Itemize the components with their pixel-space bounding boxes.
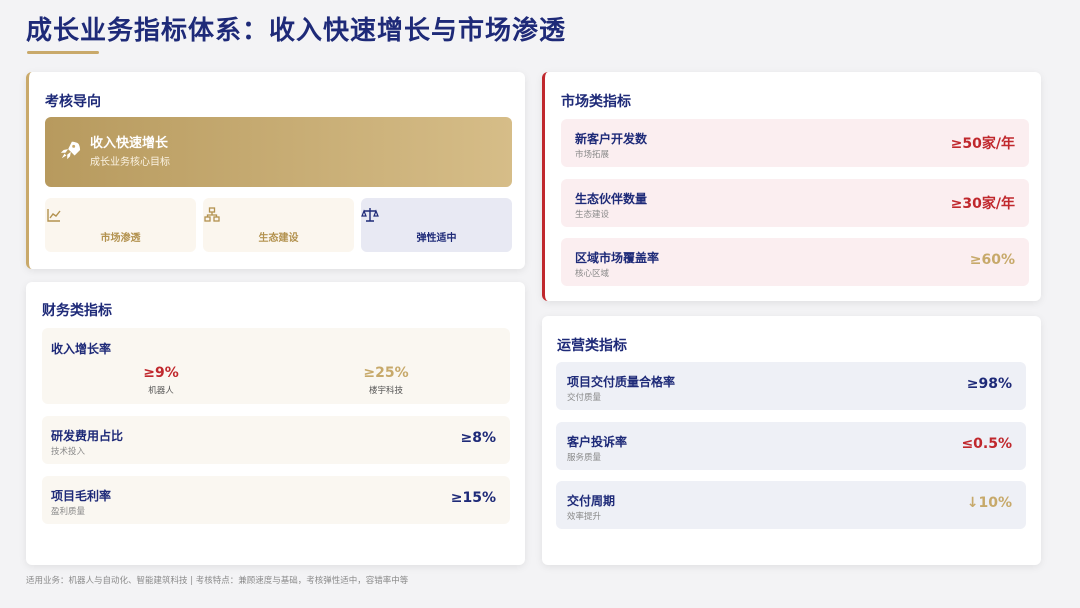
network-icon <box>204 207 220 222</box>
operations-row: 项目交付质量合格率 交付质量 ≥98% <box>556 362 1026 410</box>
finance-row-value: ≥15% <box>450 490 496 506</box>
line-chart-icon <box>47 209 61 222</box>
orientation-card: 考核导向 收入快速增长 成长业务核心目标 市场渗透 生态建设 弹性适中 <box>26 72 525 269</box>
operations-row-name: 交付周期 <box>567 494 616 508</box>
market-row: 新客户开发数 市场拓展 ≥50家/年 <box>561 119 1029 167</box>
market-row: 生态伙伴数量 生态建设 ≥30家/年 <box>561 179 1029 227</box>
footer-note: 适用业务：机器人与自动化、智能建筑科技 | 考核特点：兼顾速度与基础，考核弹性适… <box>26 576 409 586</box>
finance-row-value: ≥8% <box>460 430 497 446</box>
tile-label: 市场渗透 <box>100 233 141 244</box>
title-underline <box>27 51 99 54</box>
tile-flexibility: 弹性适中 <box>361 198 512 252</box>
finance-row-name: 研发费用占比 <box>51 429 124 443</box>
operations-row: 交付周期 效率提升 ↓10% <box>556 481 1026 529</box>
revenue-growth-box: 收入增长率 ≥9% 机器人 ≥25% 楼宇科技 <box>42 328 510 404</box>
market-row: 区域市场覆盖率 核心区域 ≥60% <box>561 238 1029 286</box>
finance-title: 财务类指标 <box>42 303 112 319</box>
robot-growth-label: 机器人 <box>148 386 174 396</box>
orientation-title: 考核导向 <box>45 94 101 110</box>
balance-scale-icon <box>361 208 379 222</box>
hero-title: 收入快速增长 <box>90 136 169 151</box>
finance-row-sub: 技术投入 <box>51 447 86 457</box>
operations-row-value: ≥98% <box>966 376 1012 392</box>
market-row-value: ≥30家/年 <box>950 196 1015 212</box>
operations-row-sub: 效率提升 <box>567 512 602 522</box>
market-row-sub: 市场拓展 <box>575 150 610 160</box>
tile-market-penetration: 市场渗透 <box>45 198 196 252</box>
revenue-growth-name: 收入增长率 <box>51 342 112 356</box>
operations-row: 客户投诉率 服务质量 ≤0.5% <box>556 422 1026 470</box>
operations-card: 运营类指标 项目交付质量合格率 交付质量 ≥98% 客户投诉率 服务质量 ≤0.… <box>542 316 1041 565</box>
market-row-name: 区域市场覆盖率 <box>575 251 660 265</box>
operations-row-name: 客户投诉率 <box>567 435 628 449</box>
hero-subtitle: 成长业务核心目标 <box>90 157 170 168</box>
building-growth-label: 楼宇科技 <box>368 386 403 396</box>
robot-growth-value: ≥9% <box>143 365 179 381</box>
operations-row-name: 项目交付质量合格率 <box>567 375 676 389</box>
operations-row-sub: 服务质量 <box>567 453 602 463</box>
market-title: 市场类指标 <box>561 94 631 110</box>
market-row-name: 新客户开发数 <box>575 132 648 146</box>
market-row-name: 生态伙伴数量 <box>575 192 648 206</box>
market-row-value: ≥60% <box>969 252 1015 268</box>
market-row-value: ≥50家/年 <box>950 136 1015 152</box>
building-growth-value: ≥25% <box>363 365 409 381</box>
page-title: 成长业务指标体系：收入快速增长与市场渗透 <box>26 16 567 46</box>
finance-card: 财务类指标 收入增长率 ≥9% 机器人 ≥25% 楼宇科技 研发费用占比 技术投… <box>26 282 525 565</box>
hero-banner: 收入快速增长 成长业务核心目标 <box>45 117 512 187</box>
market-card: 市场类指标 新客户开发数 市场拓展 ≥50家/年 生态伙伴数量 生态建设 ≥30… <box>542 72 1041 301</box>
operations-row-value: ≤0.5% <box>961 436 1012 452</box>
operations-row-value: ↓10% <box>966 495 1012 511</box>
tile-ecosystem: 生态建设 <box>203 198 354 252</box>
finance-row: 项目毛利率 盈利质量 ≥15% <box>42 476 510 524</box>
operations-title: 运营类指标 <box>557 338 627 354</box>
market-row-sub: 生态建设 <box>575 210 610 220</box>
finance-row-sub: 盈利质量 <box>51 507 86 517</box>
market-row-sub: 核心区域 <box>575 269 610 279</box>
rocket-icon <box>60 141 81 160</box>
finance-row-name: 项目毛利率 <box>51 489 112 503</box>
operations-row-sub: 交付质量 <box>567 393 602 403</box>
tile-label: 弹性适中 <box>416 233 457 244</box>
tile-label: 生态建设 <box>258 233 299 244</box>
finance-row: 研发费用占比 技术投入 ≥8% <box>42 416 510 464</box>
